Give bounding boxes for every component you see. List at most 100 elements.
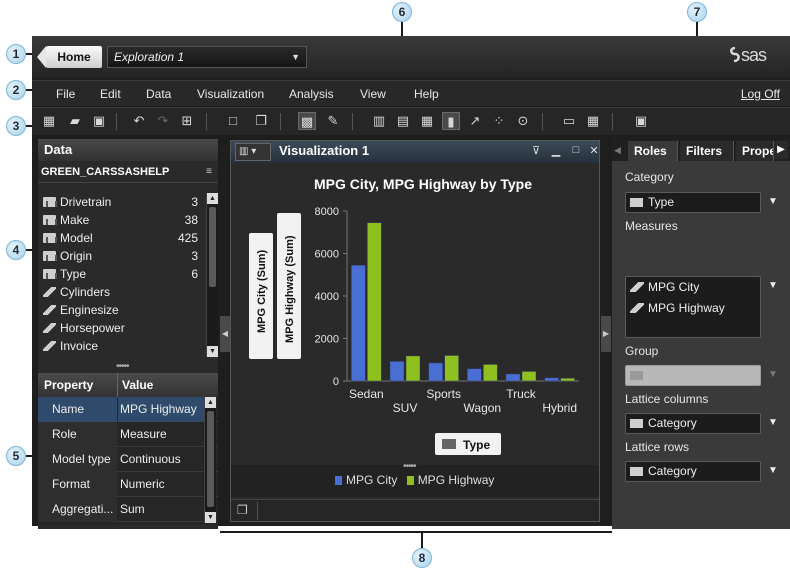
category-field[interactable]: Type: [625, 192, 761, 213]
scroll-thumb[interactable]: [209, 207, 216, 287]
data-item-horsepower[interactable]: Horsepower: [40, 319, 206, 337]
tab-filters[interactable]: Filters: [680, 141, 734, 161]
line-chart-icon[interactable]: ↗: [466, 112, 484, 130]
menu-file[interactable]: File: [56, 87, 75, 101]
menu-data[interactable]: Data: [146, 87, 171, 101]
menu-icon[interactable]: ≡: [206, 161, 212, 183]
data-item-drivetrain[interactable]: Drivetrain 3: [40, 193, 206, 211]
scroll-up-icon[interactable]: ▲: [205, 397, 216, 408]
data-item-model[interactable]: Model 425: [40, 229, 206, 247]
chevron-down-icon[interactable]: ▼: [768, 417, 778, 428]
data-item-label: Invoice: [60, 339, 99, 353]
open-icon[interactable]: ▰: [66, 112, 84, 130]
splitter-grip[interactable]: •••••: [116, 361, 129, 372]
scroll-up-icon[interactable]: ▲: [207, 193, 218, 204]
callout-3: 3: [6, 116, 26, 136]
close-icon[interactable]: ✕: [587, 144, 601, 157]
tab-roles[interactable]: Roles: [628, 141, 678, 161]
measure-item[interactable]: MPG Highway: [630, 301, 725, 315]
undo-icon[interactable]: ↶: [130, 112, 148, 130]
bar-chart-icon[interactable]: ▥: [370, 112, 388, 130]
lattice-columns-field[interactable]: Category: [625, 413, 761, 434]
data-item-origin[interactable]: Origin 3: [40, 247, 206, 265]
x-axis-role-button[interactable]: Type: [435, 433, 501, 455]
data-item-make[interactable]: Make 38: [40, 211, 206, 229]
property-value[interactable]: Sum: [118, 497, 204, 522]
data-panel: Data GREEN_CARSSASHELP ≡ Drivetrain 3 Mak…: [38, 139, 218, 529]
new-data-icon[interactable]: ▦: [40, 112, 58, 130]
property-value[interactable]: Measure: [118, 422, 204, 447]
column-header-value[interactable]: Value: [122, 373, 153, 397]
toolbar-separator: [280, 113, 281, 130]
properties-scrollbar[interactable]: ▲ ▼: [204, 397, 216, 523]
chevron-down-icon[interactable]: ▼: [768, 465, 778, 476]
tab-scroll-right-icon[interactable]: ▶: [774, 141, 788, 159]
auto-chart-icon[interactable]: ▩: [298, 112, 316, 130]
visualization-titlebar[interactable]: ▥ ▾ Visualization 1 ⊽ ▁ □ ✕: [231, 141, 599, 163]
brush-icon[interactable]: ✎: [324, 112, 342, 130]
splitter-grip[interactable]: •••••: [403, 461, 416, 472]
data-source-selector[interactable]: GREEN_CARSSASHELP ≡: [38, 161, 218, 183]
table-row[interactable]: Model type Continuous: [38, 447, 218, 472]
table-row[interactable]: Format Numeric: [38, 472, 218, 497]
cascade-icon[interactable]: ❐: [252, 112, 270, 130]
x-tick-label: Hybrid: [542, 401, 577, 415]
maximize-icon[interactable]: □: [569, 144, 583, 156]
visualization-dock-bar: ❐: [231, 499, 599, 521]
window-menu-icon[interactable]: ⊽: [529, 144, 543, 157]
bar-icon[interactable]: ▮: [442, 112, 460, 130]
measures-label: Measures: [625, 219, 678, 233]
data-item-enginesize[interactable]: Enginesize: [40, 301, 206, 319]
minimize-icon[interactable]: ▁: [549, 144, 563, 157]
menu-view[interactable]: View: [360, 87, 386, 101]
tab-scroll-left-icon[interactable]: ◀: [614, 141, 626, 159]
lattice-rows-field[interactable]: Category: [625, 461, 761, 482]
measures-field[interactable]: MPG City MPG Highway: [625, 276, 761, 338]
chevron-down-icon[interactable]: ▼: [768, 196, 778, 207]
property-value[interactable]: MPG Highway: [118, 397, 204, 422]
window-icon[interactable]: □: [224, 112, 242, 130]
save-icon[interactable]: ▣: [90, 112, 108, 130]
exploration-select[interactable]: Exploration 1 ▼: [107, 46, 307, 68]
chart-type-button[interactable]: ▥ ▾: [235, 143, 271, 161]
crosstab-icon[interactable]: ▦: [418, 112, 436, 130]
menu-edit[interactable]: Edit: [100, 87, 121, 101]
data-item-label: Origin: [60, 249, 93, 263]
log-off-link[interactable]: Log Off: [741, 87, 780, 101]
measure-item[interactable]: MPG City: [630, 280, 699, 294]
bubble-icon[interactable]: ⊙: [514, 112, 532, 130]
table-row[interactable]: Aggregati... Sum: [38, 497, 218, 522]
data-item-cylinders[interactable]: Cylinders: [40, 283, 206, 301]
redo-icon[interactable]: ↷: [154, 112, 172, 130]
menu-analysis[interactable]: Analysis: [289, 87, 334, 101]
chevron-down-icon[interactable]: ▼: [768, 280, 778, 291]
callout-7: 7: [687, 2, 707, 22]
tab-properties[interactable]: Properties: [736, 141, 774, 161]
data-list-scrollbar[interactable]: ▲ ▼: [206, 193, 218, 357]
collapse-right-handle[interactable]: ▶: [601, 316, 611, 352]
table-icon[interactable]: ▤: [394, 112, 412, 130]
cascade-icon[interactable]: ❐: [237, 503, 248, 517]
menu-help[interactable]: Help: [414, 87, 439, 101]
box-plot-icon[interactable]: ▭: [560, 112, 578, 130]
property-value[interactable]: Numeric: [118, 472, 204, 497]
table-row[interactable]: Name MPG Highway: [38, 397, 218, 422]
scroll-down-icon[interactable]: ▼: [207, 346, 218, 357]
geo-map-icon[interactable]: ▣: [632, 112, 650, 130]
data-item-type[interactable]: Type 6: [40, 265, 206, 283]
scatter-icon[interactable]: ⁘: [490, 112, 508, 130]
new-visualization-icon[interactable]: ⊞: [178, 112, 196, 130]
data-item-invoice[interactable]: Invoice: [40, 337, 206, 355]
collapse-left-handle[interactable]: ◀: [220, 316, 230, 352]
property-value[interactable]: Continuous: [118, 447, 204, 472]
group-field[interactable]: [625, 365, 761, 386]
home-button[interactable]: Home: [37, 46, 102, 68]
menu-visualization[interactable]: Visualization: [197, 87, 264, 101]
scroll-thumb[interactable]: [207, 411, 214, 507]
table-row[interactable]: Role Measure: [38, 422, 218, 447]
legend-label-city: MPG City: [346, 473, 398, 487]
measure-icon: [43, 323, 56, 333]
scroll-down-icon[interactable]: ▼: [205, 512, 216, 523]
heat-map-icon[interactable]: ▦: [584, 112, 602, 130]
column-header-property[interactable]: Property: [44, 373, 93, 397]
